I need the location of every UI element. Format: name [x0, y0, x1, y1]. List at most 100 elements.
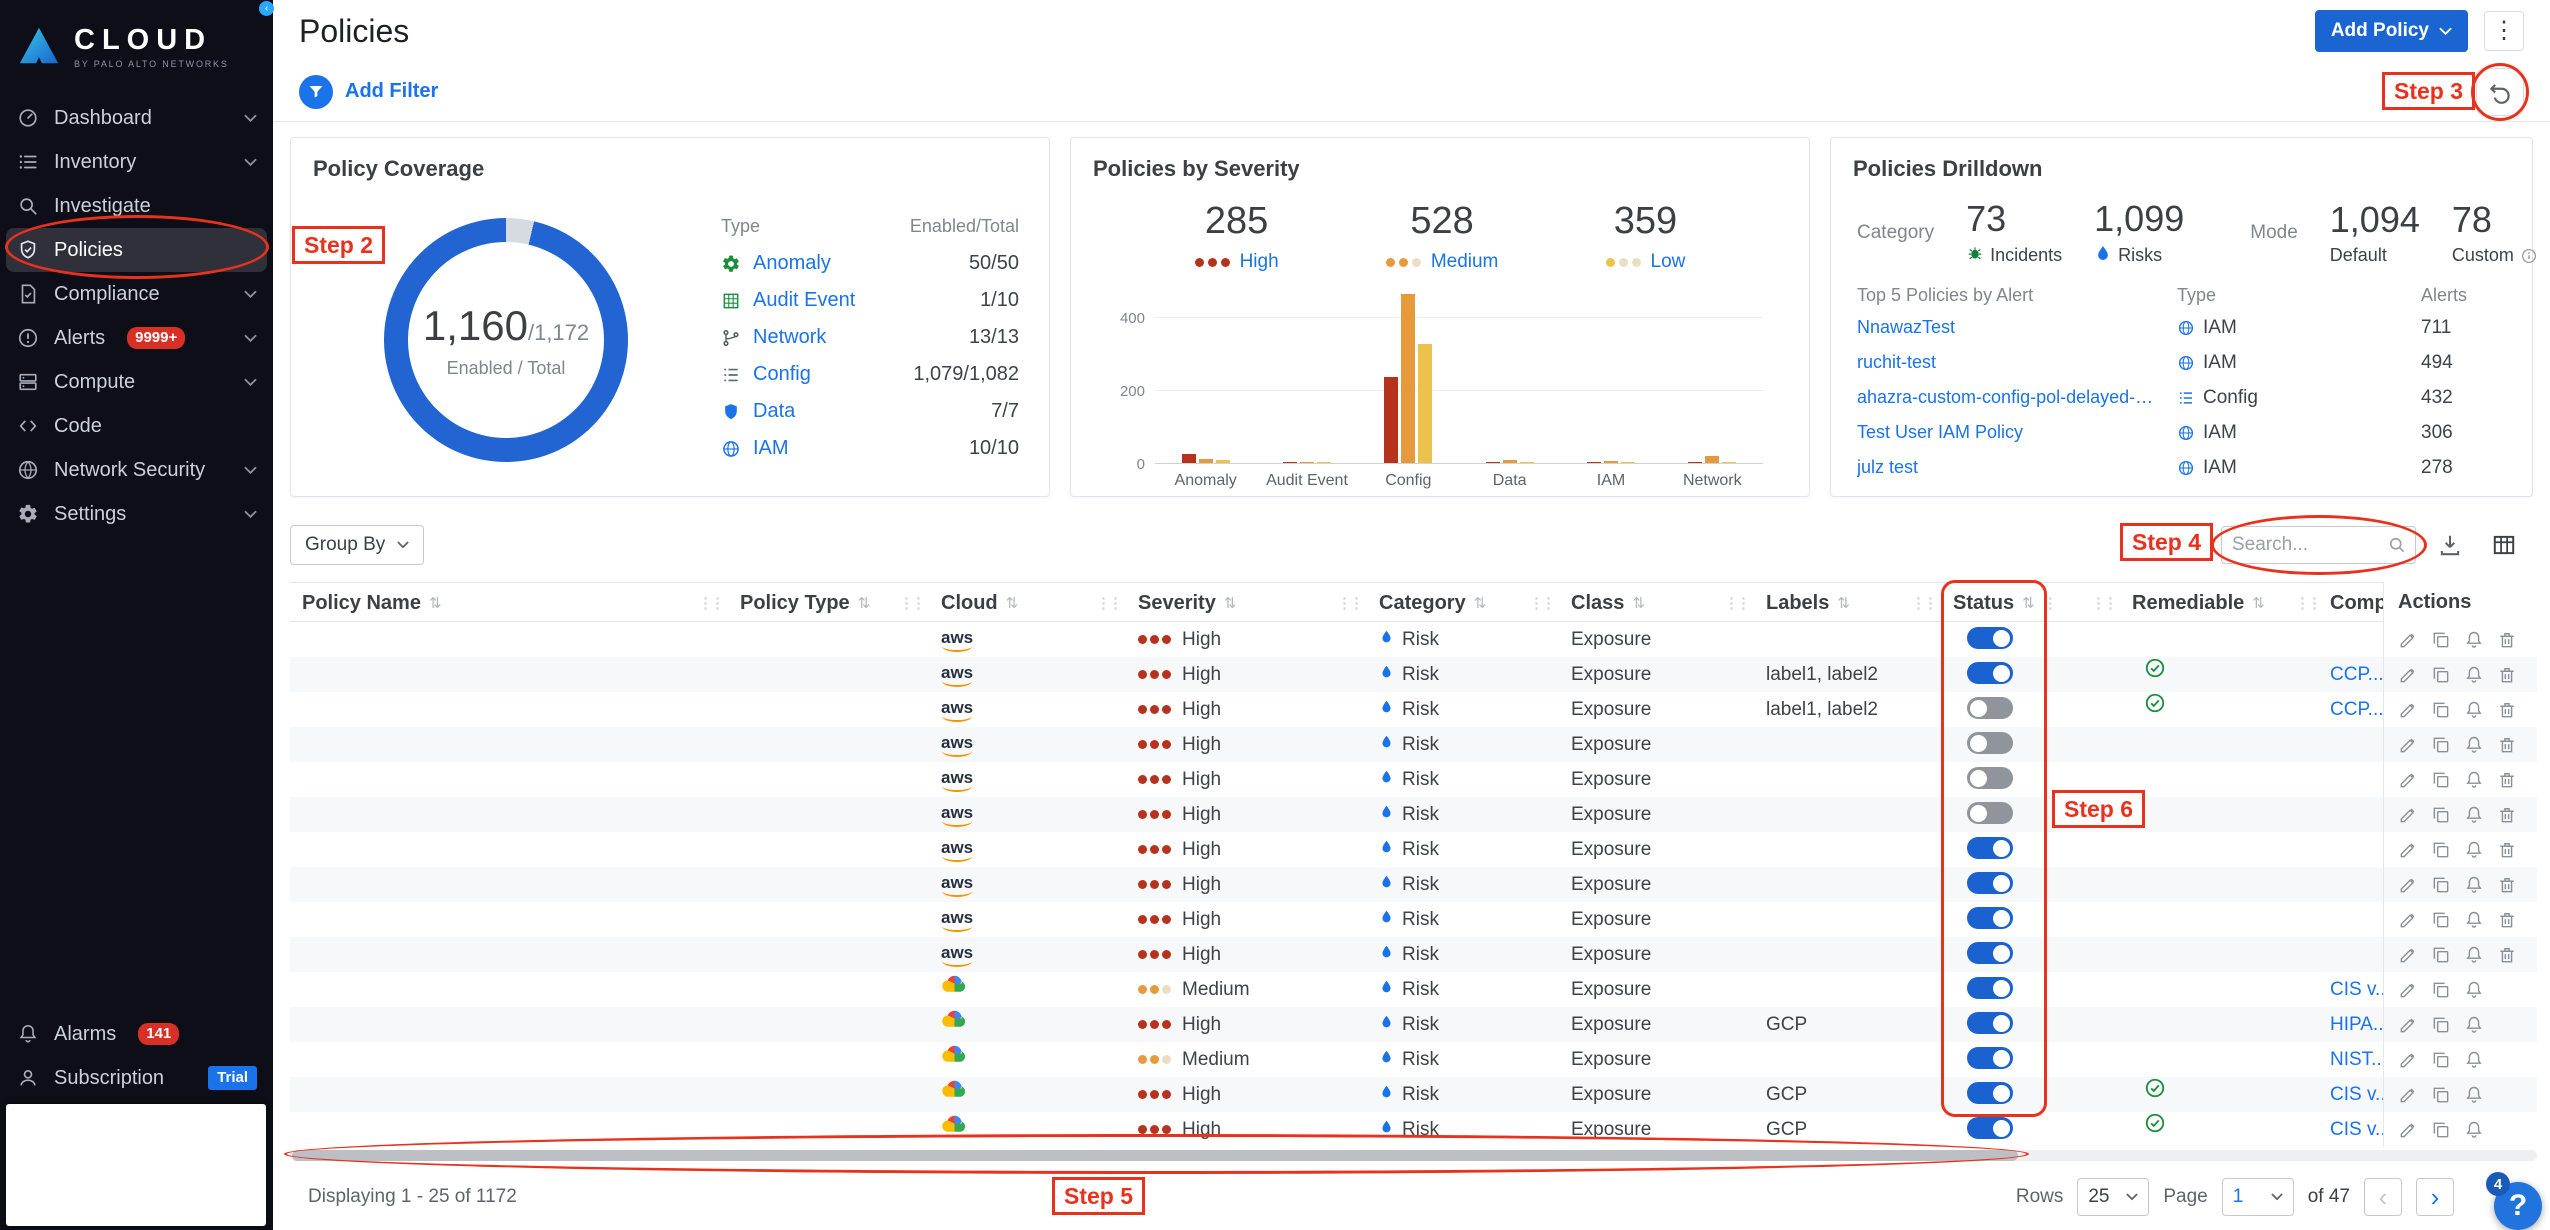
table-row[interactable]: aws High Risk Exposure	[290, 727, 2537, 762]
column-header-class[interactable]: Class ⇅ ⋮⋮	[1571, 583, 1754, 623]
column-grip[interactable]: ⋮⋮	[1096, 594, 1126, 612]
sidebar-item-alarms[interactable]: Alarms 141	[0, 1012, 273, 1056]
sidebar-item-inventory[interactable]: Inventory	[0, 140, 273, 184]
edit-action-button[interactable]	[2398, 980, 2418, 1000]
column-header-severity[interactable]: Severity ⇅ ⋮⋮	[1138, 583, 1367, 623]
compliance-link[interactable]: CIS v...	[2330, 1119, 2391, 1140]
help-button[interactable]: ? 4	[2486, 1172, 2542, 1230]
table-row[interactable]: aws High Risk Exposure	[290, 937, 2537, 972]
table-row[interactable]: aws High Risk Exposure label1, label2 CCP...	[290, 657, 2537, 692]
edit-action-button[interactable]	[2398, 1050, 2418, 1070]
copy-action-button[interactable]	[2431, 1050, 2451, 1070]
add-filter-button[interactable]: Add Filter	[345, 80, 438, 103]
column-grip[interactable]: ⋮⋮	[1529, 594, 1559, 612]
sidebar-item-alerts[interactable]: Alerts 9999+	[0, 316, 273, 360]
edit-action-button[interactable]	[2398, 875, 2418, 895]
bell-action-button[interactable]	[2464, 945, 2484, 965]
bell-action-button[interactable]	[2464, 630, 2484, 650]
copy-action-button[interactable]	[2431, 700, 2451, 720]
sort-icon[interactable]: ⇅	[858, 594, 871, 612]
status-toggle[interactable]	[1967, 1082, 2013, 1105]
bell-action-button[interactable]	[2464, 1120, 2484, 1140]
copy-action-button[interactable]	[2431, 910, 2451, 930]
sort-icon[interactable]: ⇅	[1474, 594, 1487, 612]
copy-action-button[interactable]	[2431, 840, 2451, 860]
edit-action-button[interactable]	[2398, 840, 2418, 860]
copy-action-button[interactable]	[2431, 630, 2451, 650]
compliance-link[interactable]: CIS v...	[2330, 1084, 2391, 1105]
table-row[interactable]: aws High Risk Exposure	[290, 902, 2537, 937]
status-toggle[interactable]	[1967, 697, 2013, 720]
bell-action-button[interactable]	[2464, 805, 2484, 825]
top-policy-link[interactable]: NnawazTest	[1857, 317, 2177, 338]
horizontal-scrollbar[interactable]	[290, 1150, 2537, 1161]
top-policy-link[interactable]: ahazra-custom-config-pol-delayed-notif	[1857, 387, 2177, 408]
status-toggle[interactable]	[1967, 802, 2013, 825]
table-row[interactable]: aws High Risk Exposure	[290, 832, 2537, 867]
column-header-category[interactable]: Category ⇅ ⋮⋮	[1379, 583, 1559, 623]
table-row[interactable]: High Risk Exposure GCP HIPA...	[290, 1007, 2537, 1042]
bell-action-button[interactable]	[2464, 665, 2484, 685]
status-toggle[interactable]	[1967, 1117, 2013, 1140]
search-box[interactable]	[2221, 526, 2416, 564]
search-input[interactable]	[2222, 534, 2387, 556]
edit-action-button[interactable]	[2398, 805, 2418, 825]
column-grip[interactable]: ⋮⋮	[2295, 594, 2325, 612]
sidebar-item-compliance[interactable]: Compliance	[0, 272, 273, 316]
sort-icon[interactable]: ⇅	[429, 594, 442, 612]
coverage-type-link[interactable]: IAM	[753, 437, 789, 460]
bar-medium[interactable]	[1401, 293, 1416, 464]
status-toggle[interactable]	[1967, 837, 2013, 860]
bell-action-button[interactable]	[2464, 1015, 2484, 1035]
sidebar-item-code[interactable]: Code	[0, 404, 273, 448]
edit-action-button[interactable]	[2398, 910, 2418, 930]
add-policy-button[interactable]: Add Policy	[2314, 10, 2468, 52]
bell-action-button[interactable]	[2464, 1085, 2484, 1105]
sort-icon[interactable]: ⇅	[2022, 594, 2035, 612]
column-header-labels[interactable]: Labels ⇅ ⋮⋮	[1766, 583, 1941, 623]
copy-action-button[interactable]	[2431, 735, 2451, 755]
bell-action-button[interactable]	[2464, 910, 2484, 930]
columns-button[interactable]	[2484, 525, 2524, 565]
table-row[interactable]: aws High Risk Exposure	[290, 622, 2537, 657]
rows-per-page-select[interactable]: 25	[2077, 1178, 2150, 1216]
severity-legend-link[interactable]: Medium	[1431, 251, 1499, 273]
kebab-menu-button[interactable]: ⋮	[2484, 11, 2524, 51]
coverage-type-link[interactable]: Audit Event	[753, 289, 855, 312]
edit-action-button[interactable]	[2398, 1085, 2418, 1105]
column-grip[interactable]: ⋮⋮	[1911, 594, 1941, 612]
sort-icon[interactable]: ⇅	[1837, 594, 1850, 612]
sort-icon[interactable]: ⇅	[1224, 594, 1237, 612]
bar-high[interactable]	[1384, 376, 1399, 464]
copy-action-button[interactable]	[2431, 1015, 2451, 1035]
compliance-link[interactable]: CCP...	[2330, 664, 2384, 685]
status-toggle[interactable]	[1967, 627, 2013, 650]
download-button[interactable]	[2430, 525, 2470, 565]
table-row[interactable]: aws High Risk Exposure	[290, 762, 2537, 797]
status-toggle[interactable]	[1967, 662, 2013, 685]
edit-action-button[interactable]	[2398, 770, 2418, 790]
top-policy-link[interactable]: julz test	[1857, 457, 2177, 478]
compliance-link[interactable]: CCP...	[2330, 699, 2384, 720]
column-header-policy-name[interactable]: Policy Name ⇅ ⋮⋮	[302, 583, 728, 623]
column-grip[interactable]: ⋮⋮	[698, 594, 728, 612]
edit-action-button[interactable]	[2398, 945, 2418, 965]
table-row[interactable]: Medium Risk Exposure NIST...	[290, 1042, 2537, 1077]
column-header-status[interactable]: Status⇅⋮⋮	[1953, 583, 2053, 623]
column-header-cloud[interactable]: Cloud ⇅ ⋮⋮	[941, 583, 1126, 623]
coverage-type-link[interactable]: Data	[753, 400, 795, 423]
top-policy-link[interactable]: Test User IAM Policy	[1857, 422, 2177, 443]
table-row[interactable]: High Risk Exposure GCP CIS v...	[290, 1112, 2537, 1147]
coverage-type-link[interactable]: Config	[753, 363, 811, 386]
compliance-link[interactable]: HIPA...	[2330, 1014, 2389, 1035]
edit-action-button[interactable]	[2398, 630, 2418, 650]
trash-action-button[interactable]	[2497, 700, 2517, 720]
sort-icon[interactable]: ⇅	[2252, 594, 2265, 612]
column-header-policy-type[interactable]: Policy Type ⇅ ⋮⋮	[740, 583, 929, 623]
trash-action-button[interactable]	[2497, 875, 2517, 895]
sidebar-item-compute[interactable]: Compute	[0, 360, 273, 404]
bell-action-button[interactable]	[2464, 1050, 2484, 1070]
status-toggle[interactable]	[1967, 1012, 2013, 1035]
column-grip[interactable]: ⋮⋮	[2043, 594, 2053, 612]
edit-action-button[interactable]	[2398, 1015, 2418, 1035]
